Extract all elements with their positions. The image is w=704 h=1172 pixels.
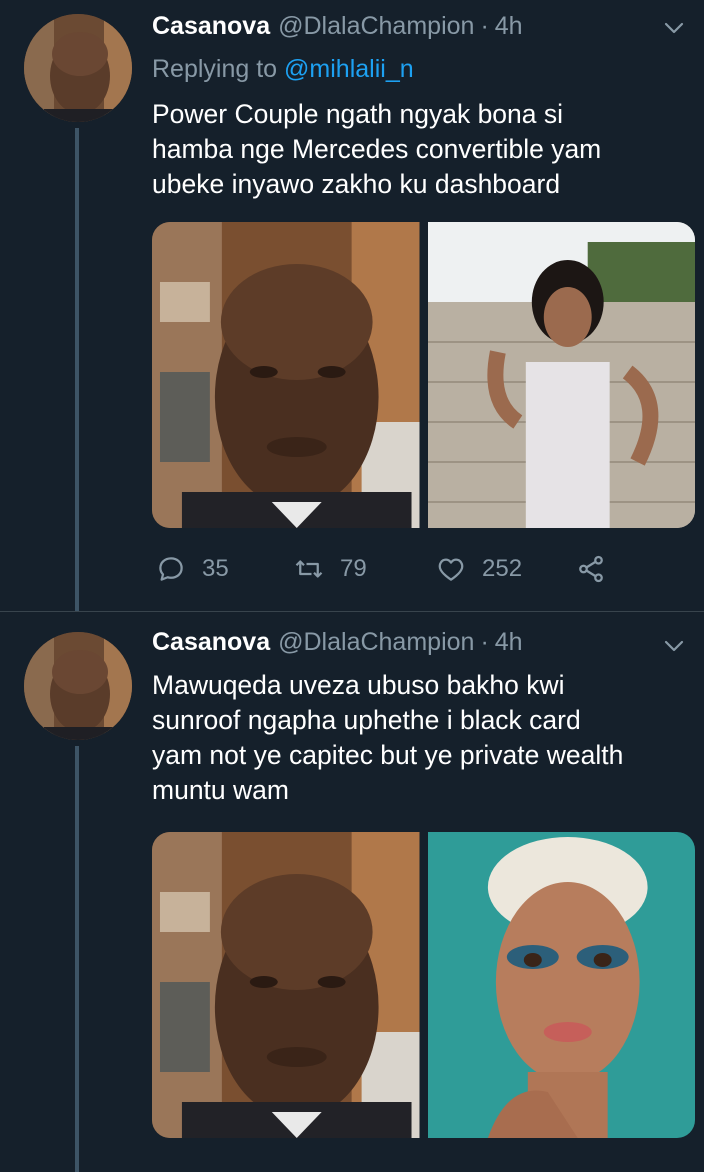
photo-of-man[interactable] [152,222,420,528]
tweet-text-line: hamba nge Mercedes convertible yam [152,134,602,164]
replying-to: Replying to @mihlalii_n [152,55,414,84]
timestamp[interactable]: 4h [495,12,523,41]
retweet-icon [295,560,323,578]
user-handle[interactable]: @DlalaChampion [278,12,474,41]
tweet-text-line: yam not ye capitec but ye private wealth [152,740,624,770]
share-icon [579,555,603,583]
tweet-actions: 35 79 252 [152,549,672,589]
tweet-text-line: Power Couple ngath ngyak bona si [152,99,564,129]
mention-link[interactable]: @mihlalii_n [284,55,414,83]
avatar[interactable] [24,632,132,740]
timeline: Casanova @DlalaChampion · 4h Replying to… [0,0,704,1172]
tweet[interactable]: Casanova @DlalaChampion · 4h Mawuqeda uv… [0,612,704,1172]
avatar[interactable] [24,14,132,122]
display-name[interactable]: Casanova [152,12,270,41]
media-grid [152,222,695,528]
reply-icon [159,557,183,581]
retweet-button[interactable]: 79 [294,549,367,589]
separator-dot: · [480,628,489,656]
photo-of-woman-with-blue-eyeshadow[interactable] [427,832,695,1138]
chevron-down-icon[interactable] [662,16,686,40]
separator-dot: · [480,12,489,40]
media-grid [152,832,695,1138]
tweet-header: Casanova @DlalaChampion · 4h [152,628,523,664]
photo-of-man[interactable] [152,832,420,1138]
user-handle[interactable]: @DlalaChampion [278,628,474,657]
share-button[interactable] [576,549,622,589]
tweet[interactable]: Casanova @DlalaChampion · 4h Replying to… [0,0,704,612]
tweet-text: Mawuqeda uveza ubuso bakho kwi sunroof n… [152,668,692,808]
chevron-down-icon[interactable] [662,634,686,658]
tweet-text: Power Couple ngath ngyak bona si hamba n… [152,97,692,202]
replying-prefix: Replying to [152,55,278,83]
avatar-image [24,632,132,740]
photo-of-woman-in-white-gown[interactable] [427,222,695,528]
like-icon [438,558,464,581]
tweet-text-line: muntu wam [152,775,289,805]
tweet-text-line: ubeke inyawo zakho ku dashboard [152,169,561,199]
reply-count: 35 [202,555,229,582]
reply-button[interactable]: 35 [156,549,229,589]
like-button[interactable]: 252 [436,549,522,589]
display-name[interactable]: Casanova [152,628,270,657]
thread-line [75,746,79,1172]
timestamp[interactable]: 4h [495,628,523,657]
retweet-count: 79 [340,555,367,582]
tweet-header: Casanova @DlalaChampion · 4h [152,12,523,48]
tweet-text-line: Mawuqeda uveza ubuso bakho kwi [152,670,565,700]
thread-line [75,128,79,612]
like-count: 252 [482,555,523,582]
tweet-text-line: sunroof ngapha uphethe i black card [152,705,581,735]
avatar-image [24,14,132,122]
